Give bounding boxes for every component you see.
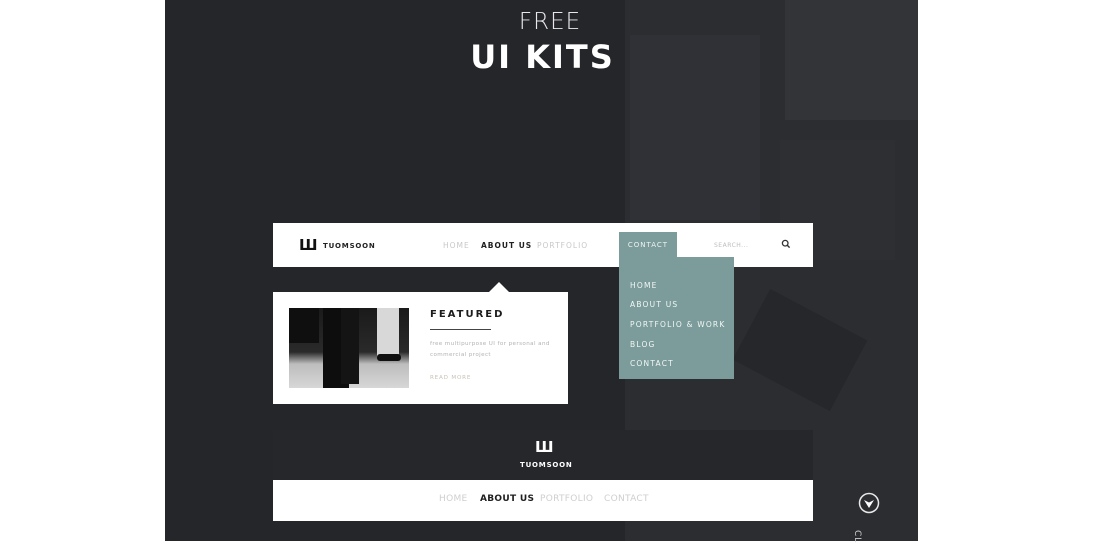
nav-link-home[interactable]: HOME <box>443 241 470 250</box>
brand-name[interactable]: TUOMSOON <box>323 242 376 250</box>
photo-shape <box>377 354 401 361</box>
photo-shape <box>377 308 399 358</box>
footer-brand-name[interactable]: TUOMSOON <box>520 461 573 469</box>
contact-dropdown-menu: HOME ABOUT US PORTFOLIO & WORK BLOG CONT… <box>619 257 734 379</box>
featured-card: FEATURED free multipurpose UI for person… <box>273 292 568 404</box>
hero-subtitle: FREE <box>518 9 582 35</box>
scroll-down-icon[interactable] <box>858 492 880 514</box>
dropdown-item-portfolio-work[interactable]: PORTFOLIO & WORK <box>630 320 725 329</box>
card-pointer <box>489 282 509 292</box>
read-more-link[interactable]: READ MORE <box>430 375 471 381</box>
footer-link-home[interactable]: HOME <box>439 494 468 504</box>
featured-description: free multipurpose UI for personal and co… <box>430 341 550 358</box>
footer-link-contact[interactable]: CONTACT <box>604 494 649 504</box>
footer-link-about-us[interactable]: ABOUT US <box>480 494 534 504</box>
nav-link-contact-label: CONTACT <box>627 241 669 249</box>
scroll-label: CL <box>852 530 862 543</box>
featured-photo <box>289 308 409 388</box>
photo-shape <box>341 308 359 384</box>
search-input[interactable]: SEARCH... <box>714 242 748 249</box>
dropdown-item-blog[interactable]: BLOG <box>630 340 656 349</box>
nav-link-portfolio[interactable]: PORTFOLIO <box>537 241 588 250</box>
title-underline <box>430 329 491 330</box>
dropdown-item-contact[interactable]: CONTACT <box>630 359 674 368</box>
dropdown-item-about-us[interactable]: ABOUT US <box>630 300 678 309</box>
dropdown-item-home[interactable]: HOME <box>630 281 658 290</box>
featured-title: FEATURED <box>430 309 505 320</box>
hero-title: UI KITS <box>470 38 615 76</box>
footer-logo-icon[interactable]: Ш <box>535 438 554 456</box>
footer-nav: HOME ABOUT US PORTFOLIO CONTACT <box>273 480 813 521</box>
brand-logo-icon[interactable]: Ш <box>299 236 318 254</box>
nav-link-about-us[interactable]: ABOUT US <box>481 241 532 250</box>
search-icon[interactable] <box>781 239 791 249</box>
photo-shape <box>289 308 319 343</box>
footer-brand-bar: Ш TUOMSOON <box>273 430 813 480</box>
footer-link-portfolio[interactable]: PORTFOLIO <box>540 494 593 504</box>
